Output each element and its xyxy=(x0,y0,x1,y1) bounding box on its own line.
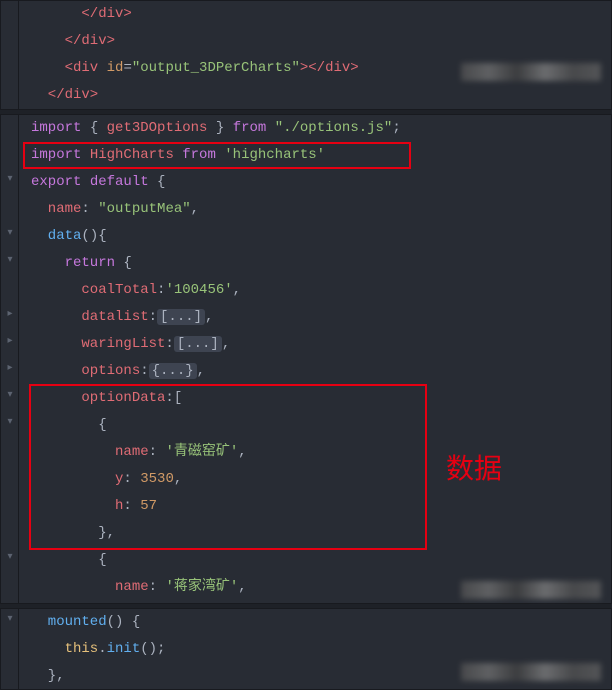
blur-redaction xyxy=(461,63,601,81)
code-line[interactable]: coalTotal:'100456', xyxy=(21,277,611,304)
code-line[interactable]: y: 3530, xyxy=(21,466,611,493)
code-line[interactable]: name: "outputMea", xyxy=(21,196,611,223)
code-line[interactable]: waringList:[...], xyxy=(21,331,611,358)
fold-icon[interactable]: ▸ xyxy=(3,308,17,322)
collapsed-region[interactable]: {...} xyxy=(149,363,197,379)
fold-icon[interactable]: ▾ xyxy=(3,551,17,565)
code-line[interactable]: }, xyxy=(21,520,611,547)
code-line[interactable]: data(){ xyxy=(21,223,611,250)
code-line[interactable]: { xyxy=(21,412,611,439)
code-line[interactable]: export default { xyxy=(21,169,611,196)
fold-icon[interactable]: ▾ xyxy=(3,613,17,627)
code-line[interactable]: </div> xyxy=(21,82,611,109)
code-line[interactable]: datalist:[...], xyxy=(21,304,611,331)
fold-icon[interactable]: ▾ xyxy=(3,254,17,268)
code-line[interactable]: options:{...}, xyxy=(21,358,611,385)
fold-icon[interactable]: ▾ xyxy=(3,173,17,187)
code-line[interactable]: name: '青磁窑矿', xyxy=(21,439,611,466)
collapsed-region[interactable]: [...] xyxy=(174,336,222,352)
code-line[interactable]: { xyxy=(21,547,611,574)
code-panel-3: ▾ mounted() { this.init(); }, xyxy=(0,608,612,690)
collapsed-region[interactable]: [...] xyxy=(157,309,205,325)
annotation-label: 数据 xyxy=(446,447,502,487)
fold-icon[interactable]: ▾ xyxy=(3,227,17,241)
code-line[interactable]: optionData:[ xyxy=(21,385,611,412)
code-panel-1: </div> </div> <div id="output_3DPerChart… xyxy=(0,0,612,110)
gutter: ▾ xyxy=(1,609,19,689)
code-panel-2: ▾ ▾ ▾ ▸ ▸ ▸ ▾ ▾ ▾ import { get3DOptions … xyxy=(0,114,612,604)
fold-icon[interactable]: ▾ xyxy=(3,416,17,430)
fold-icon[interactable]: ▾ xyxy=(3,389,17,403)
fold-icon[interactable]: ▸ xyxy=(3,335,17,349)
code-line[interactable]: import { get3DOptions } from "./options.… xyxy=(21,115,611,142)
blur-redaction xyxy=(461,581,601,599)
fold-icon[interactable]: ▸ xyxy=(3,362,17,376)
blur-redaction xyxy=(461,663,601,681)
code-line[interactable]: h: 57 xyxy=(21,493,611,520)
code-line[interactable]: this.init(); xyxy=(21,636,611,663)
code-line[interactable]: mounted() { xyxy=(21,609,611,636)
code-line[interactable]: import HighCharts from 'highcharts' xyxy=(21,142,611,169)
gutter xyxy=(1,1,19,109)
code-line[interactable]: return { xyxy=(21,250,611,277)
code-line[interactable]: </div> xyxy=(21,1,611,28)
code-line[interactable]: </div> xyxy=(21,28,611,55)
gutter: ▾ ▾ ▾ ▸ ▸ ▸ ▾ ▾ ▾ xyxy=(1,115,19,603)
